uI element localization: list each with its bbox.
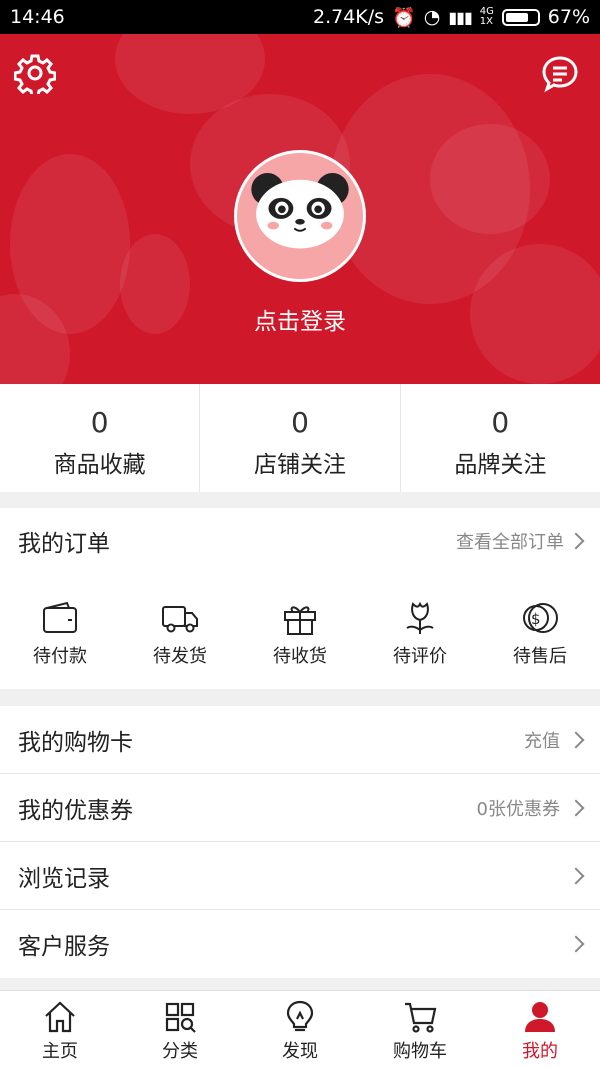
bulb-icon [286,1000,314,1032]
signal-icon: ▮▮▮ [448,7,472,27]
view-all-label: 查看全部订单 [456,532,564,553]
orders-title: 我的订单 [18,531,110,557]
tab-label: 发现 [282,1041,318,1062]
cart-icon [405,1002,437,1033]
tab-category[interactable]: 分类 [120,991,240,1067]
menu-value: 0张优惠券 [476,798,560,820]
order-pending-payment[interactable]: 待付款 [0,600,120,668]
stat-count: 0 [90,406,109,439]
menu-value: 充值 [524,730,560,752]
battery-percent: 67% [547,6,590,28]
profile-header: 点击登录 [0,34,600,384]
order-item-label: 待评价 [393,646,447,667]
message-icon[interactable] [540,54,580,94]
tab-discover[interactable]: 发现 [240,991,360,1067]
menu-title: 客户服务 [18,934,110,960]
menu-title: 浏览记录 [18,865,110,892]
stat-followed-brands[interactable]: 0 品牌关注 [401,384,600,492]
stat-followed-stores[interactable]: 0 店铺关注 [200,384,401,492]
menu-title: 我的优惠券 [18,797,133,824]
chevron-right-icon [567,867,585,884]
wifi-icon: ◔ [423,6,441,28]
view-all-orders-link[interactable]: 查看全部订单 [456,528,585,554]
chevron-right-icon [567,731,585,748]
coins-icon: $ [523,603,558,633]
gear-icon[interactable] [14,52,56,94]
order-item-label: 待发货 [153,646,207,667]
menu-browse-history[interactable]: 浏览记录 [0,842,600,910]
order-pending-review[interactable]: 待评价 [360,600,480,668]
status-bar: 14:46 2.74K/s ⏰ ◔ ▮▮▮ 4G 1X 67% [0,0,600,34]
avatar[interactable] [234,150,366,282]
status-time: 14:46 [10,6,65,28]
stat-count: 0 [491,406,510,439]
orders-section: 我的订单 查看全部订单 待付款 待发货 待收货 待评价 $ 待售后 [0,508,600,689]
tab-label: 主页 [42,1041,78,1062]
menu-title: 我的购物卡 [18,729,133,756]
tab-cart[interactable]: 购物车 [360,991,480,1067]
bottom-tab-bar: 主页 分类 发现 购物车 我的 [0,990,600,1067]
order-item-label: 待收货 [273,646,327,667]
stat-count: 0 [291,406,309,439]
stat-favorite-products[interactable]: 0 商品收藏 [0,384,201,492]
order-item-label: 待付款 [33,646,87,667]
home-icon [45,1001,75,1033]
battery-icon [501,8,540,26]
truck-icon [162,606,198,633]
gift-icon [284,606,316,635]
wallet-icon [43,601,77,633]
menu-list: 我的购物卡 充值 我的优惠券 0张优惠券 浏览记录 客户服务 [0,706,600,978]
tab-home[interactable]: 主页 [0,991,120,1067]
tab-label: 购物车 [393,1041,447,1062]
order-pending-shipment[interactable]: 待发货 [120,600,240,668]
flower-icon [406,601,434,634]
network-speed: 2.74K/s [313,6,385,28]
login-prompt[interactable]: 点击登录 [0,302,600,336]
tab-label: 我的 [522,1041,558,1062]
stat-label: 商品收藏 [53,452,146,478]
user-icon [525,1002,555,1032]
stat-label: 店铺关注 [253,452,346,478]
orders-header[interactable]: 我的订单 查看全部订单 [0,508,600,574]
network-type: 4G 1X [479,6,494,27]
stats-bar: 0 商品收藏 0 店铺关注 0 品牌关注 [0,384,600,492]
svg-text:$: $ [531,610,541,628]
order-after-sale[interactable]: $ 待售后 [480,600,600,668]
chevron-right-icon [567,799,585,816]
alarm-icon: ⏰ [392,6,416,29]
tab-mine[interactable]: 我的 [480,991,600,1067]
category-icon [165,1002,196,1033]
menu-customer-service[interactable]: 客户服务 [0,910,600,978]
stat-label: 品牌关注 [454,452,547,478]
order-item-label: 待售后 [513,646,567,667]
tab-label: 分类 [162,1041,198,1062]
menu-coupons[interactable]: 我的优惠券 0张优惠券 [0,774,600,842]
bg-bubble [430,124,550,234]
order-pending-receipt[interactable]: 待收货 [240,600,360,668]
menu-shopping-card[interactable]: 我的购物卡 充值 [0,706,600,774]
panda-avatar-icon [251,173,349,249]
chevron-right-icon [567,532,585,550]
chevron-right-icon [567,935,585,953]
